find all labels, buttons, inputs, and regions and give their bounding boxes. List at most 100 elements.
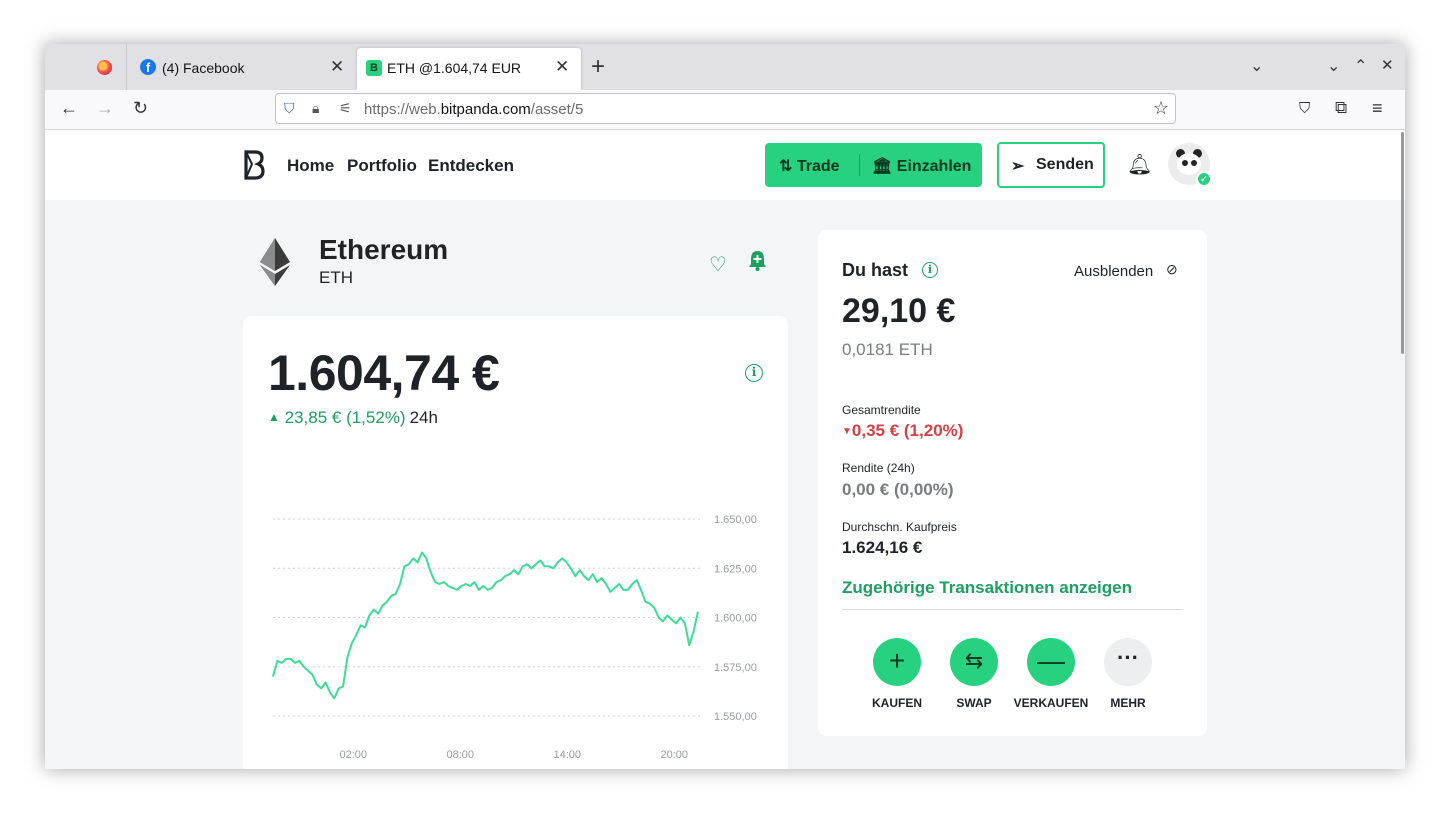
nav-home[interactable]: Home	[287, 156, 334, 176]
panda-face	[1177, 153, 1201, 175]
trade-deposit-button-group: ⇅ Trade 🏛︎ Einzahlen	[765, 143, 982, 187]
price-alert-bell-icon[interactable]	[748, 250, 767, 271]
avatar[interactable]: ✓	[1168, 143, 1212, 187]
info-icon[interactable]: i	[745, 364, 763, 382]
permissions-icon[interactable]: ⚟	[339, 100, 352, 117]
holdings-value: 29,10 €	[842, 292, 956, 330]
holdings-card: Du hast i Ausblenden ⊘ 29,10 € 0,0181 ET…	[818, 230, 1207, 736]
price-change-period: 24h	[409, 408, 438, 427]
holdings-quantity: 0,0181 ETH	[842, 340, 933, 359]
tab-title: ETH @1.604,74 EUR	[387, 60, 522, 76]
minimize-icon[interactable]: ⌄	[1327, 56, 1340, 76]
bitpanda-favicon-icon: B	[366, 60, 382, 76]
return-24h-value: 0,00 € (0,00%)	[842, 480, 954, 499]
total-return-value: ▼0,35 € (1,20%)	[842, 421, 964, 440]
browser-window: f (4) Facebook ✕ B ETH @1.604,74 EUR ✕ +…	[45, 44, 1405, 769]
trade-button[interactable]: ⇅ Trade	[779, 156, 840, 176]
deposit-button[interactable]: 🏛︎ Einzahlen	[872, 156, 971, 176]
reload-icon[interactable]: ↻	[133, 98, 148, 119]
swap-action[interactable]: ⇆ SWAP	[934, 638, 1014, 710]
price-chart[interactable]: 1.650,00 1.625,00 1.600,00 1.575,00 1.550,00…	[243, 506, 788, 769]
pocket-icon[interactable]: ⛉	[1299, 100, 1310, 117]
total-return-label: Gesamtrendite	[842, 403, 921, 417]
y-tick-label: 1.625,00	[714, 563, 757, 575]
sell-label: VERKAUFEN	[1013, 696, 1089, 710]
divider	[842, 609, 1183, 610]
new-tab-icon[interactable]: +	[591, 53, 605, 81]
favorite-heart-icon[interactable]: ♡	[709, 252, 727, 277]
trade-arrows-icon: ⇅	[779, 158, 793, 175]
ethereum-logo-icon	[260, 238, 290, 286]
hide-balance-button[interactable]: Ausblenden	[1074, 263, 1153, 280]
verified-check-icon: ✓	[1196, 171, 1212, 187]
more-action[interactable]: ··· MEHR	[1088, 638, 1168, 710]
buy-action[interactable]: + KAUFEN	[857, 638, 937, 710]
down-triangle-icon: ▼	[842, 426, 852, 437]
close-tab-icon[interactable]: ✕	[555, 57, 569, 77]
panda-eye	[1182, 160, 1188, 166]
navigation-bar: ← → ↻ ⛉ 🔒︎ ⚟ https://web.bitpanda.com/as…	[45, 90, 1405, 130]
avg-price-value: 1.624,16 €	[842, 538, 923, 557]
x-tick-label: 20:00	[660, 749, 688, 761]
minus-icon[interactable]: —	[1027, 638, 1075, 686]
y-tick-label: 1.650,00	[714, 514, 757, 526]
price-card: 1.604,74 € i ▲ 23,85 € (1,52%) 24h 1.650,…	[243, 316, 788, 769]
button-separator	[859, 154, 860, 176]
menu-icon[interactable]: ≡	[1372, 98, 1383, 119]
bank-icon: 🏛︎	[872, 158, 893, 175]
up-triangle-icon: ▲	[268, 410, 280, 424]
maximize-icon[interactable]: ⌃	[1354, 56, 1367, 76]
bookmark-star-icon[interactable]: ☆	[1153, 98, 1169, 119]
url-bar[interactable]: ⛉ 🔒︎ ⚟ https://web.bitpanda.com/asset/5 …	[275, 93, 1176, 124]
price-change: ▲ 23,85 € (1,52%) 24h	[268, 408, 438, 428]
tracking-shield-icon[interactable]: ⛉	[284, 100, 295, 117]
extensions-icon[interactable]: ⧉	[1335, 98, 1347, 118]
url-text[interactable]: https://web.bitpanda.com/asset/5	[364, 101, 583, 118]
info-icon[interactable]: i	[922, 262, 938, 278]
paper-plane-icon: ➢	[1011, 158, 1025, 175]
return-24h-label: Rendite (24h)	[842, 461, 915, 475]
nav-explore[interactable]: Entdecken	[428, 156, 514, 176]
lock-icon[interactable]: 🔒︎	[312, 100, 319, 117]
y-tick-label: 1.600,00	[714, 613, 757, 625]
swap-icon[interactable]: ⇆	[950, 638, 998, 686]
asset-price: 1.604,74 €	[268, 345, 500, 401]
tab-strip: f (4) Facebook ✕ B ETH @1.604,74 EUR ✕ +…	[45, 44, 1405, 90]
tab-ethereum[interactable]: B ETH @1.604,74 EUR ✕	[357, 48, 581, 90]
buy-label: KAUFEN	[872, 696, 922, 710]
x-tick-label: 14:00	[553, 749, 581, 761]
y-tick-label: 1.550,00	[714, 711, 757, 723]
firefox-icon	[97, 60, 112, 75]
send-button[interactable]: ➢ Senden	[997, 142, 1105, 188]
back-arrow-icon[interactable]: ←	[60, 98, 78, 119]
close-tab-icon[interactable]: ✕	[330, 57, 344, 77]
swap-label: SWAP	[956, 696, 992, 710]
holdings-title: Du hast	[842, 260, 909, 280]
site-header: Home Portfolio Entdecken ⇅ Trade 🏛︎ Einz…	[45, 130, 1405, 200]
page-scrollbar[interactable]	[1401, 132, 1404, 354]
asset-header: Ethereum ETH ♡	[243, 230, 788, 290]
bitpanda-logo-icon[interactable]	[243, 150, 265, 180]
avg-price-label: Durchschn. Kaufpreis	[842, 520, 957, 534]
show-transactions-link[interactable]: Zugehörige Transaktionen anzeigen	[842, 578, 1132, 598]
sell-action[interactable]: — VERKAUFEN	[1011, 638, 1091, 710]
nav-portfolio[interactable]: Portfolio	[347, 156, 417, 176]
tab-title: (4) Facebook	[162, 60, 245, 76]
price-series-line[interactable]	[272, 551, 699, 700]
eye-off-icon[interactable]: ⊘	[1166, 261, 1178, 278]
facebook-icon: f	[140, 59, 156, 75]
notification-bell-icon[interactable]: 🔔︎	[1127, 152, 1152, 177]
tab-facebook[interactable]: f (4) Facebook ✕	[128, 44, 356, 90]
x-tick-label: 02:00	[339, 749, 367, 761]
x-tick-label: 08:00	[446, 749, 474, 761]
forward-arrow-icon[interactable]: →	[96, 98, 114, 119]
plus-icon[interactable]: +	[873, 638, 921, 686]
more-label: MEHR	[1110, 696, 1146, 710]
panda-eye	[1191, 160, 1197, 166]
firefox-view-tab[interactable]	[45, 44, 127, 90]
price-change-value: 23,85 € (1,52%)	[284, 408, 406, 427]
more-dots-icon[interactable]: ···	[1104, 638, 1152, 686]
close-window-icon[interactable]: ✕	[1381, 56, 1394, 74]
list-tabs-icon[interactable]: ⌄	[1250, 56, 1263, 76]
y-tick-label: 1.575,00	[714, 662, 757, 674]
